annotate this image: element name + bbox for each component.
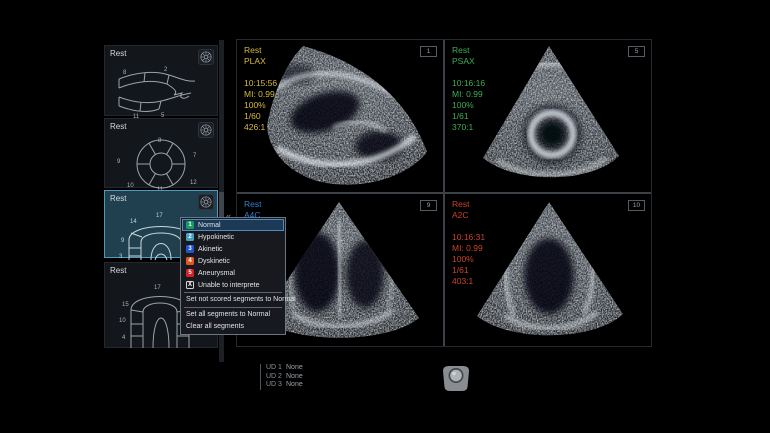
frame-counter: 1/60 — [244, 111, 277, 122]
ud3-value: None — [286, 381, 303, 390]
view-label: PSAX — [452, 56, 485, 67]
bullseye-diagram: 8 7 12 11 10 9 — [105, 136, 217, 191]
score-3-badge: 3 — [186, 245, 194, 253]
frame-counter: 1/61 — [452, 111, 485, 122]
ud3-label: UD 3 — [266, 381, 286, 390]
state-label: Rest — [244, 45, 277, 56]
state-label: Rest — [452, 45, 485, 56]
menu-item-label: Dyskinetic — [198, 258, 230, 265]
ud2-label: UD 2 — [266, 373, 286, 382]
state-label: Rest — [244, 199, 261, 210]
menu-separator — [184, 307, 282, 308]
quadrant-overlay-a2c: Rest A2C 10:16:31 MI: 0.99 100% 1/61 403… — [452, 199, 485, 287]
action-set-all-to-normal[interactable]: Set all segments to Normal — [182, 309, 284, 321]
quadrant-plax[interactable]: Rest PLAX 10:15:56 MI: 0.99 100% 1/60 42… — [237, 40, 443, 192]
menu-item-label: Akinetic — [198, 246, 223, 253]
frame-counter: 1/61 — [452, 265, 485, 276]
score-x-badge: X — [186, 281, 194, 289]
menu-item-label: Hypokinetic — [198, 234, 234, 241]
ratio-value: 370:1 — [452, 122, 485, 133]
sidebar-panel-bullseye[interactable]: Rest 8 7 12 11 — [104, 118, 218, 188]
plax-segment-diagram: 8 2 11 5 — [105, 63, 217, 119]
sidebar-panel-plax-segments[interactable]: Rest 8 2 11 — [104, 45, 218, 116]
quad-view-grid: Rest PLAX 10:15:56 MI: 0.99 100% 1/60 42… — [237, 40, 651, 346]
clip-number-badge: 5 — [628, 46, 645, 57]
score-1-badge: 1 — [186, 221, 194, 229]
ratio-value: 403:1 — [452, 276, 485, 287]
gain-percent: 100% — [244, 100, 277, 111]
user-defined-block: UD 1 None UD 2 None UD 3 None — [260, 364, 303, 390]
acq-time: 10:16:31 — [452, 232, 485, 243]
svg-text:3: 3 — [119, 254, 123, 260]
menu-item-label: Unable to interprete — [198, 282, 259, 289]
svg-text:15: 15 — [122, 302, 129, 308]
svg-text:4: 4 — [122, 335, 126, 341]
clip-number-badge: 10 — [628, 200, 645, 211]
menu-item-label: Normal — [198, 222, 221, 229]
ud2-value: None — [286, 373, 303, 382]
action-set-not-scored-to-normal[interactable]: Set not scored segments to Normal — [182, 294, 284, 306]
ud-row-1: UD 1 None — [266, 364, 303, 373]
svg-text:2: 2 — [164, 67, 168, 73]
mi-value: MI: 0.99 — [452, 89, 485, 100]
svg-text:10: 10 — [127, 183, 134, 189]
score-2-badge: 2 — [186, 233, 194, 241]
gain-percent: 100% — [452, 100, 485, 111]
acq-time: 10:15:56 — [244, 78, 277, 89]
quadrant-overlay-plax: Rest PLAX 10:15:56 MI: 0.99 100% 1/60 42… — [244, 45, 277, 133]
acq-time: 10:16:16 — [452, 78, 485, 89]
svg-text:12: 12 — [190, 180, 197, 186]
ud1-value: None — [286, 364, 303, 373]
view-label: PLAX — [244, 56, 277, 67]
quadrant-a2c[interactable]: Rest A2C 10:16:31 MI: 0.99 100% 1/61 403… — [445, 194, 651, 346]
mi-value: MI: 0.99 — [452, 243, 485, 254]
panel-state-label: Rest — [110, 194, 126, 203]
mi-value: MI: 0.99 — [244, 89, 277, 100]
menu-separator — [184, 292, 282, 293]
menu-item-label: Aneurysmal — [198, 270, 235, 277]
menu-item-hypokinetic[interactable]: 2 Hypokinetic — [182, 231, 284, 243]
svg-text:7: 7 — [193, 153, 197, 159]
segment-wheel-icon[interactable] — [198, 122, 214, 138]
menu-item-unable-to-interprete[interactable]: X Unable to interprete — [182, 279, 284, 291]
ud-row-2: UD 2 None — [266, 373, 303, 382]
clip-number-badge: 9 — [420, 200, 437, 211]
action-clear-all-segments[interactable]: Clear all segments — [182, 321, 284, 333]
segment-score-context-menu: 1 Normal 2 Hypokinetic 3 Akinetic 4 Dysk… — [180, 217, 286, 335]
clip-number-badge: 1 — [420, 46, 437, 57]
quadrant-overlay-psax: Rest PSAX 10:16:16 MI: 0.99 100% 1/61 37… — [452, 45, 485, 133]
svg-text:8: 8 — [123, 70, 127, 76]
svg-text:14: 14 — [130, 219, 137, 225]
svg-text:17: 17 — [156, 213, 163, 219]
ratio-value: 426:1 — [244, 122, 277, 133]
svg-text:9: 9 — [117, 159, 121, 165]
menu-item-normal[interactable]: 1 Normal — [182, 219, 284, 231]
trackball-icon — [438, 364, 474, 399]
menu-item-dyskinetic[interactable]: 4 Dyskinetic — [182, 255, 284, 267]
segment-wheel-icon[interactable] — [198, 194, 214, 210]
panel-state-label: Rest — [110, 122, 126, 131]
ud-row-3: UD 3 None — [266, 381, 303, 390]
gain-percent: 100% — [452, 254, 485, 265]
state-label: Rest — [452, 199, 485, 210]
segment-wheel-icon[interactable] — [198, 49, 214, 65]
menu-item-akinetic[interactable]: 3 Akinetic — [182, 243, 284, 255]
quadrant-psax[interactable]: Rest PSAX 10:16:16 MI: 0.99 100% 1/61 37… — [445, 40, 651, 192]
score-4-badge: 4 — [186, 257, 194, 265]
svg-text:10: 10 — [119, 318, 126, 324]
svg-text:9: 9 — [121, 238, 125, 244]
ud1-label: UD 1 — [266, 364, 286, 373]
svg-text:8: 8 — [158, 138, 162, 144]
menu-item-aneurysmal[interactable]: 5 Aneurysmal — [182, 267, 284, 279]
view-label: A2C — [452, 210, 485, 221]
score-5-badge: 5 — [186, 269, 194, 277]
svg-text:17: 17 — [154, 285, 161, 291]
panel-state-label: Rest — [110, 49, 126, 58]
panel-state-label: Rest — [110, 266, 126, 275]
